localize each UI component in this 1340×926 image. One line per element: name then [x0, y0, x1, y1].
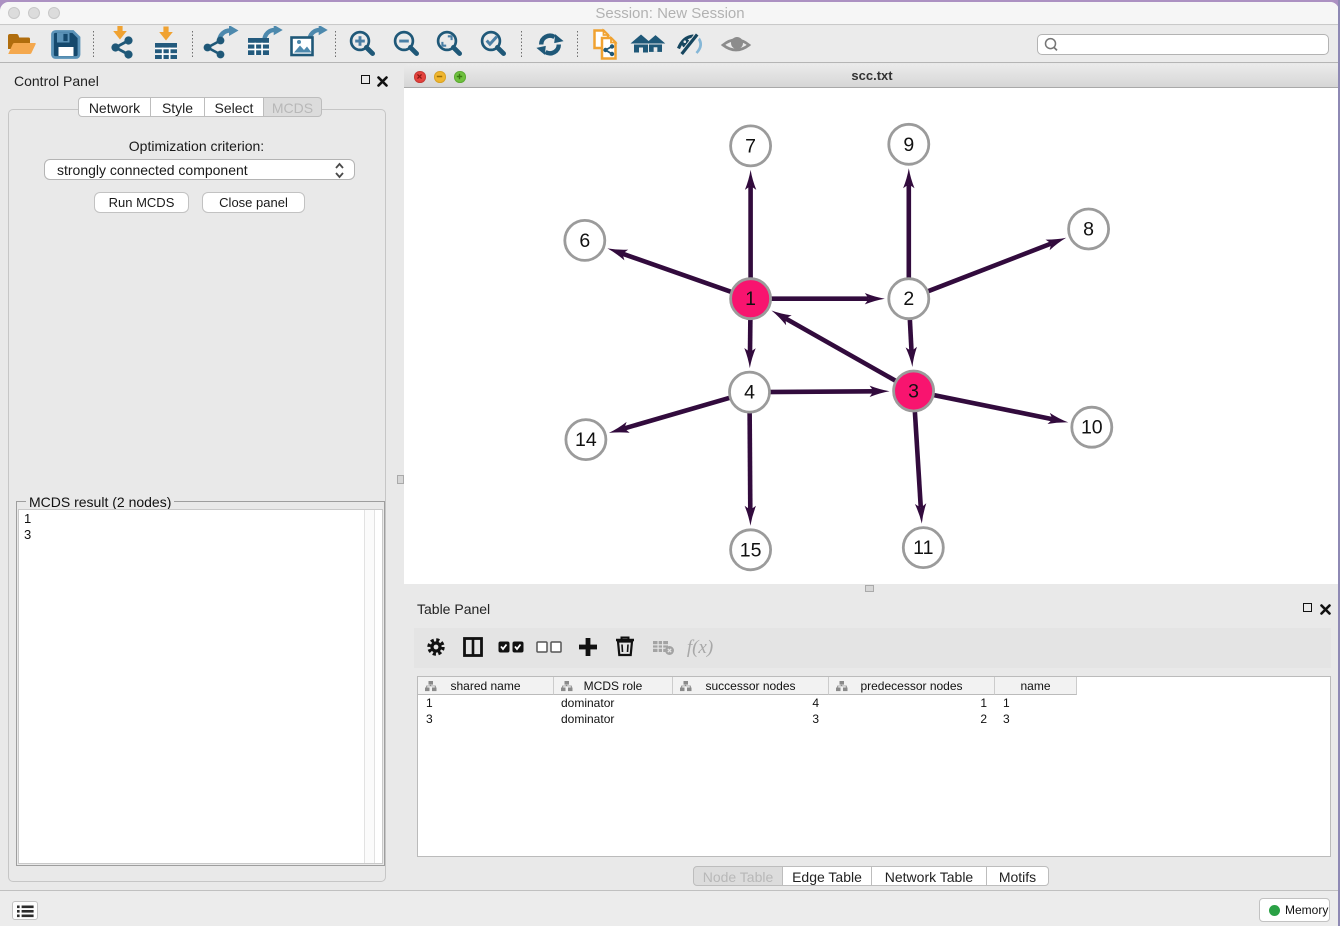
svg-text:6: 6 [579, 230, 590, 252]
svg-text:10: 10 [1081, 417, 1103, 439]
svg-text:11: 11 [913, 537, 933, 559]
svg-text:14: 14 [575, 429, 597, 451]
svg-text:9: 9 [903, 134, 914, 156]
svg-text:3: 3 [908, 381, 919, 403]
svg-text:2: 2 [903, 288, 914, 310]
svg-text:1: 1 [745, 288, 756, 310]
svg-text:f(x): f(x) [687, 637, 713, 658]
svg-text:8: 8 [1083, 219, 1094, 241]
svg-text:15: 15 [740, 539, 762, 561]
svg-text:4: 4 [744, 382, 755, 404]
svg-text:7: 7 [745, 135, 756, 157]
